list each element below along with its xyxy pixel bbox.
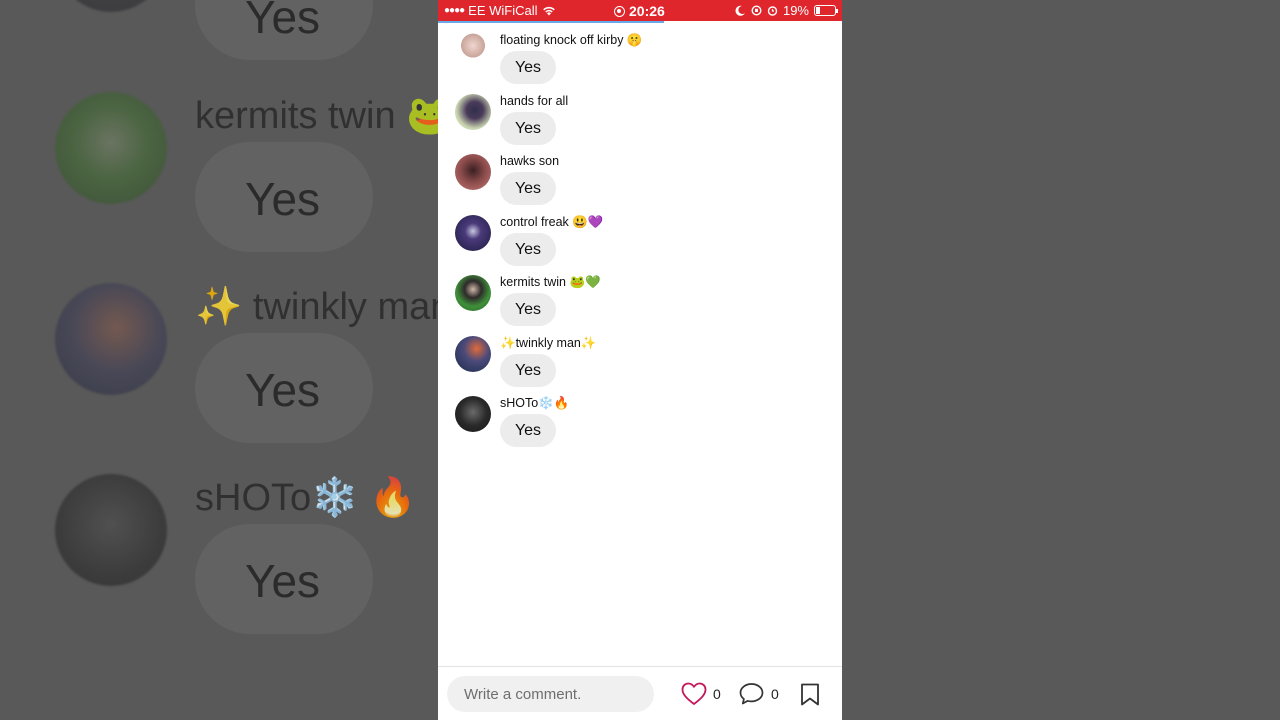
background-bubble-text: Yes xyxy=(245,173,321,225)
background-row: ✨ twinkly man Yes xyxy=(0,283,451,483)
story-progress-bar xyxy=(438,21,842,23)
signal-dots-icon: ●●●● xyxy=(444,5,465,16)
battery-percentage: 19% xyxy=(782,3,809,18)
bookmark-icon[interactable] xyxy=(800,683,820,706)
background-username: ✨ twinkly man xyxy=(195,286,452,328)
comment-count: 0 xyxy=(771,686,779,702)
message-text: Yes xyxy=(514,301,542,318)
like-button[interactable]: 0 xyxy=(680,681,721,707)
message-bubble: Yes xyxy=(500,414,556,447)
avatar[interactable] xyxy=(455,396,491,432)
avatar[interactable] xyxy=(455,275,491,311)
message-text: Yes xyxy=(514,180,542,197)
message-text: Yes xyxy=(514,240,542,258)
status-right: 19% xyxy=(735,3,838,18)
username: sHOTo❄️🔥 xyxy=(500,396,570,410)
background-avatar xyxy=(55,0,167,12)
like-count: 0 xyxy=(713,686,721,702)
status-center: 20:26 xyxy=(614,3,665,19)
avatar[interactable] xyxy=(455,214,491,251)
comment-button[interactable]: 0 xyxy=(738,681,779,707)
story-progress-fill xyxy=(438,21,665,23)
message-text: Yes xyxy=(514,119,542,137)
background-avatar xyxy=(55,474,167,586)
battery-charging-icon xyxy=(814,5,838,16)
clock: 20:26 xyxy=(629,3,665,19)
background-bubble-text: Yes xyxy=(245,555,321,607)
message-bubble: Yes xyxy=(500,353,556,387)
username: control freak 😃💜 xyxy=(500,214,604,229)
background-username: sHOTo❄️ 🔥 xyxy=(195,477,417,519)
message-text: Yes xyxy=(514,422,542,439)
message-text: Yes xyxy=(514,59,542,76)
list-item: control freak 😃💜 Yes xyxy=(438,212,842,273)
phone-screen: ●●●● EE WiFiCall 20:26 19% floating knoc… xyxy=(438,0,842,720)
username: floating knock off kirby 🤫 xyxy=(500,33,643,47)
comment-bubble-icon[interactable] xyxy=(738,681,765,707)
message-bubble: Yes xyxy=(500,51,556,84)
list-item: kermits twin 🐸💚 Yes xyxy=(438,272,842,333)
list-item: ✨twinkly man✨ Yes xyxy=(438,333,842,394)
message-bubble: Yes xyxy=(500,172,556,205)
carrier-label: EE WiFiCall xyxy=(468,3,538,18)
list-item: floating knock off kirby 🤫 Yes xyxy=(438,30,842,91)
avatar[interactable] xyxy=(455,335,491,372)
message-text: Yes xyxy=(514,361,542,379)
orientation-lock-icon xyxy=(751,5,762,16)
heart-icon[interactable] xyxy=(680,681,708,707)
message-bubble: Yes xyxy=(500,232,556,266)
background-avatar xyxy=(55,283,167,395)
background-bubble-text: Yes xyxy=(245,0,321,43)
screen-record-icon xyxy=(614,5,625,17)
message-bubble: Yes xyxy=(500,111,556,145)
message-bubble: Yes xyxy=(500,293,556,326)
bottom-bar: 0 0 xyxy=(438,666,842,720)
username: hawks son xyxy=(500,154,560,168)
alarm-icon xyxy=(767,6,778,16)
list-item: hands for all Yes xyxy=(438,91,842,152)
message-list[interactable]: floating knock off kirby 🤫 Yes hands for… xyxy=(438,30,842,454)
background-bubble-text: Yes xyxy=(245,364,321,416)
avatar[interactable] xyxy=(455,93,491,130)
background-row: kermits twin 🐸 Yes xyxy=(0,92,453,292)
wifi-icon xyxy=(542,6,555,16)
status-left: ●●●● EE WiFiCall xyxy=(444,3,556,18)
background-row: sHOTo❄️ 🔥 Yes xyxy=(0,474,440,674)
username: hands for all xyxy=(500,93,569,108)
list-item: hawks son Yes xyxy=(438,151,842,212)
moon-icon xyxy=(735,5,745,16)
background-username: kermits twin 🐸 xyxy=(195,95,454,137)
avatar[interactable] xyxy=(455,154,491,190)
username: kermits twin 🐸💚 xyxy=(500,275,601,289)
username: ✨twinkly man✨ xyxy=(500,335,597,350)
comment-input[interactable] xyxy=(447,676,654,712)
avatar[interactable] xyxy=(455,33,491,69)
status-bar: ●●●● EE WiFiCall 20:26 19% xyxy=(438,0,842,21)
list-item: sHOTo❄️🔥 Yes xyxy=(438,393,842,454)
background-avatar xyxy=(55,92,167,204)
